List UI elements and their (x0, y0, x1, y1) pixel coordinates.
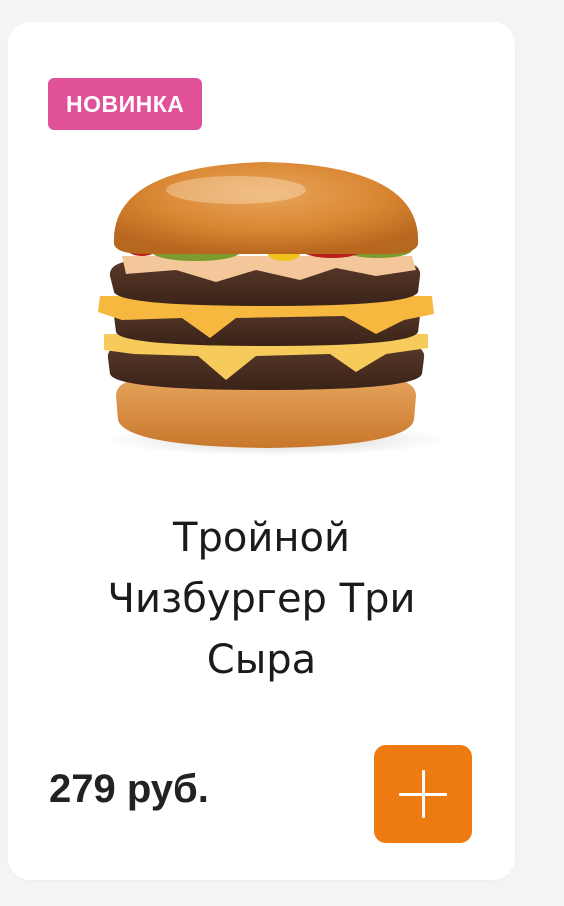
product-card[interactable]: НОВИНКА Тройной Чизбургер Три Сыра 279 р… (8, 22, 515, 880)
new-badge: НОВИНКА (48, 78, 203, 130)
add-to-cart-button[interactable] (374, 745, 472, 843)
product-title-line: Тройной (173, 515, 350, 561)
product-title-line: Сыра (206, 637, 317, 683)
burger-illustration (98, 162, 446, 456)
product-title-line: Чизбургер Три (107, 576, 416, 622)
product-image[interactable] (86, 158, 446, 458)
product-price: 279 руб. (49, 767, 209, 811)
product-title[interactable]: Тройной Чизбургер Три Сыра (38, 508, 485, 691)
